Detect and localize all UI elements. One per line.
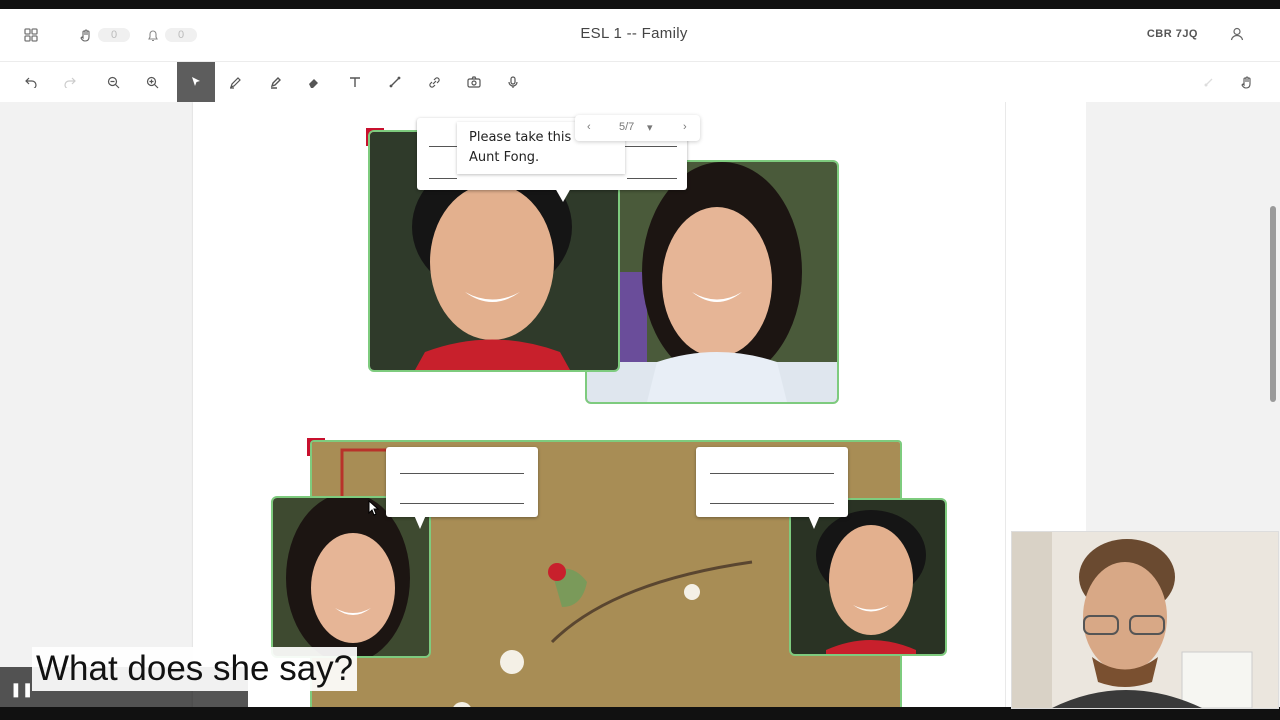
select-arrow-icon bbox=[192, 77, 200, 86]
class-code: CBR 7JQ bbox=[1146, 28, 1198, 40]
undo-button[interactable] bbox=[12, 62, 50, 102]
hand-icon bbox=[1241, 75, 1251, 89]
line-tool-button[interactable] bbox=[376, 62, 414, 102]
pen-tool-button[interactable] bbox=[216, 62, 254, 102]
speech-bubble-2-left[interactable] bbox=[386, 447, 538, 529]
video-caption: What does she say? bbox=[32, 647, 358, 691]
app-header: 0 0 ESL 1 -- Family CBR 7JQ bbox=[0, 9, 1280, 62]
link-icon bbox=[428, 76, 440, 88]
highlighter-icon bbox=[270, 76, 281, 89]
undo-icon bbox=[25, 77, 37, 88]
woman-photo-small-image bbox=[273, 498, 429, 656]
drawing-toolbar bbox=[0, 62, 1280, 103]
pen-icon bbox=[229, 76, 241, 89]
camera-tool-button[interactable] bbox=[455, 62, 493, 102]
photo-woman bbox=[585, 160, 839, 404]
window-top-strip bbox=[0, 0, 1280, 9]
select-tool-button[interactable] bbox=[177, 62, 215, 102]
text-tool-button[interactable] bbox=[336, 62, 374, 102]
speech-bubble-2-right[interactable] bbox=[696, 447, 848, 529]
text-icon bbox=[350, 77, 360, 87]
laser-pointer-button[interactable] bbox=[1190, 62, 1228, 102]
bubble-tail bbox=[808, 515, 820, 529]
zoom-out-icon bbox=[107, 76, 119, 88]
audio-tool-button[interactable] bbox=[494, 62, 532, 102]
mouse-cursor-icon bbox=[368, 500, 380, 516]
zoom-out-button[interactable] bbox=[94, 62, 132, 102]
chevron-down-icon[interactable]: ▾ bbox=[647, 121, 653, 134]
zoom-in-button[interactable] bbox=[133, 62, 171, 102]
woman-photo-image bbox=[587, 162, 837, 402]
pause-icon[interactable]: ❚❚ bbox=[10, 681, 33, 698]
highlighter-tool-button[interactable] bbox=[256, 62, 294, 102]
eraser-icon bbox=[308, 78, 318, 88]
vertical-scrollbar[interactable] bbox=[1270, 206, 1276, 402]
bubble-text-line-1: Please take this bbox=[469, 130, 572, 145]
prev-page-button[interactable]: ‹ bbox=[587, 121, 591, 133]
page-navigator: ‹ 5/7 ▾ › bbox=[575, 115, 700, 141]
eraser-tool-button[interactable] bbox=[294, 62, 332, 102]
pointer-icon bbox=[1204, 78, 1213, 87]
line-icon bbox=[389, 76, 401, 88]
page-indicator[interactable]: 5/7 bbox=[619, 121, 634, 133]
camera-icon bbox=[467, 76, 481, 88]
bubble-tail bbox=[414, 515, 426, 529]
redo-button[interactable] bbox=[51, 62, 89, 102]
photo-woman-small bbox=[271, 496, 431, 658]
webcam-feed bbox=[1011, 531, 1279, 709]
bubble-tail bbox=[555, 188, 571, 202]
page-title: ESL 1 -- Family bbox=[580, 25, 688, 42]
user-menu-button[interactable] bbox=[1230, 27, 1244, 46]
redo-icon bbox=[64, 77, 76, 88]
bubble-text-line-2: Aunt Fong. bbox=[469, 150, 540, 165]
link-tool-button[interactable] bbox=[415, 62, 453, 102]
next-page-button[interactable]: › bbox=[683, 121, 687, 133]
zoom-in-icon bbox=[146, 76, 158, 88]
pan-tool-button[interactable] bbox=[1228, 62, 1266, 102]
teacher-video-image bbox=[1012, 532, 1278, 708]
microphone-icon bbox=[508, 75, 518, 88]
user-icon bbox=[1230, 27, 1244, 41]
